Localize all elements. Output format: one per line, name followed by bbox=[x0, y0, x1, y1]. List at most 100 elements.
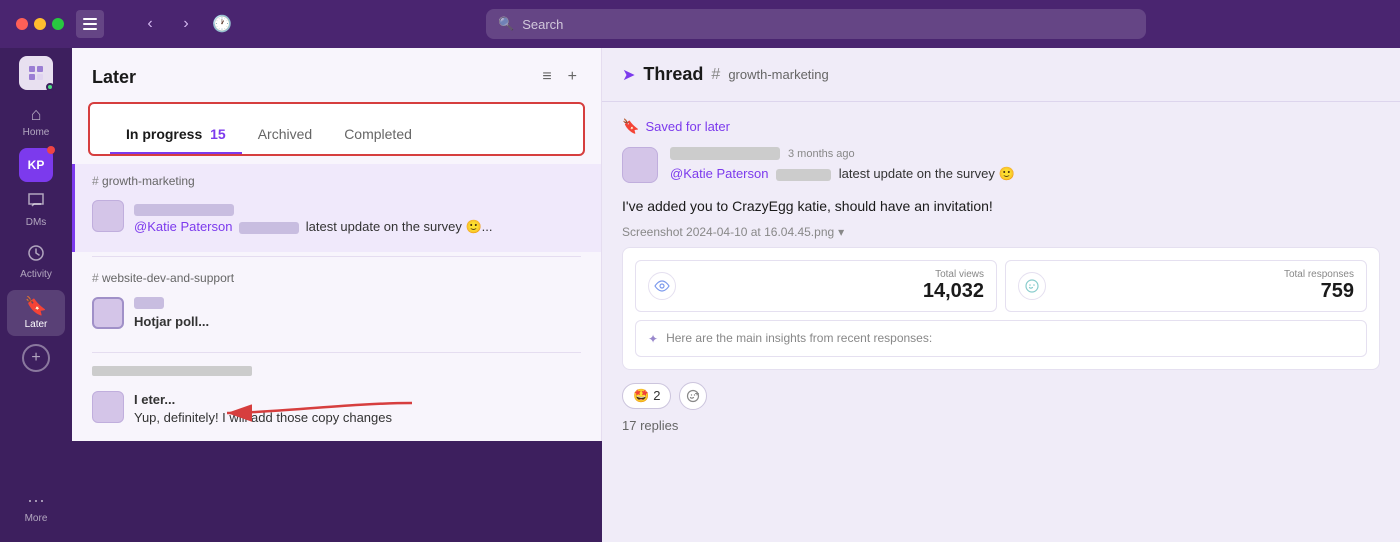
views-stat: Total views 14,032 bbox=[635, 260, 997, 312]
thread-main-text: I've added you to CrazyEgg katie, should… bbox=[622, 196, 1380, 217]
message-body: @Katie Paterson latest update on the sur… bbox=[134, 200, 581, 236]
thread-panel: ➤ Thread # growth-marketing 🔖 Saved for … bbox=[602, 48, 1400, 542]
thread-timestamp: 3 months ago bbox=[788, 148, 855, 160]
blurred-text bbox=[239, 222, 299, 234]
channel-section-growth-marketing: # growth-marketing @Katie Paterson lates… bbox=[72, 164, 601, 252]
thread-message-body: 3 months ago @Katie Paterson latest upda… bbox=[670, 147, 1380, 184]
blurred-sender bbox=[134, 204, 234, 216]
thread-channel-name: growth-marketing bbox=[728, 67, 828, 82]
reactions-row: 🤩 2 bbox=[622, 382, 1380, 410]
later-title: Later bbox=[92, 67, 136, 88]
main-layout: ⌂ Home KP DMs Activity bbox=[0, 48, 1400, 542]
avatar bbox=[92, 391, 124, 423]
later-tabs-container: In progress 15 Archived Completed bbox=[88, 102, 585, 156]
activity-label: Activity bbox=[20, 269, 52, 280]
responses-value: 759 bbox=[1054, 280, 1354, 303]
views-data: Total views 14,032 bbox=[684, 269, 984, 303]
history-button[interactable]: 🕐 bbox=[208, 10, 236, 38]
home-label: Home bbox=[23, 127, 50, 138]
insights-box: ✦ Here are the main insights from recent… bbox=[635, 320, 1367, 357]
back-button[interactable]: ‹ bbox=[136, 10, 164, 38]
channel-section-other: I eter... Yup, definitely! I will add th… bbox=[72, 357, 601, 441]
search-icon: 🔍 bbox=[498, 16, 514, 32]
thread-content: 🔖 Saved for later 3 months ago @Katie Pa… bbox=[602, 102, 1400, 542]
thread-mention: @Katie Paterson bbox=[670, 166, 768, 181]
list-item[interactable]: @Katie Paterson latest update on the sur… bbox=[92, 194, 581, 242]
blurred-mention2 bbox=[776, 169, 831, 181]
later-label: Later bbox=[25, 319, 48, 330]
thread-message-text: @Katie Paterson latest update on the sur… bbox=[670, 164, 1380, 184]
sidebar-item-more[interactable]: ··· More bbox=[7, 484, 65, 530]
in-progress-count: 15 bbox=[210, 126, 226, 142]
section-divider bbox=[92, 256, 581, 257]
thread-icon: ➤ bbox=[622, 65, 635, 85]
minimize-button[interactable] bbox=[34, 18, 46, 30]
message-body: I eter... Yup, definitely! I will add th… bbox=[134, 391, 581, 427]
message-body: Hotjar poll... bbox=[134, 297, 581, 331]
later-header-actions: ≡ + bbox=[538, 64, 581, 90]
channel-label-website: # website-dev-and-support bbox=[92, 271, 581, 285]
insights-icon: ✦ bbox=[648, 332, 658, 346]
tab-in-progress[interactable]: In progress 15 bbox=[110, 116, 242, 154]
responses-stat: Total responses 759 bbox=[1005, 260, 1367, 312]
filter-button[interactable]: ≡ bbox=[538, 64, 555, 90]
bookmark-icon: 🔖 bbox=[622, 118, 639, 135]
activity-icon bbox=[27, 244, 45, 267]
reaction-button[interactable]: 🤩 2 bbox=[622, 383, 671, 409]
close-button[interactable] bbox=[16, 18, 28, 30]
insights-text: Here are the main insights from recent r… bbox=[666, 331, 932, 345]
message-text: I eter... Yup, definitely! I will add th… bbox=[134, 391, 581, 427]
blurred-sender-name bbox=[670, 147, 780, 160]
screenshot-label: Screenshot 2024-04-10 at 16.04.45.png ▾ bbox=[622, 225, 1380, 239]
maximize-button[interactable] bbox=[52, 18, 64, 30]
sidebar-item-dms[interactable]: DMs bbox=[7, 186, 65, 234]
later-icon: 🔖 bbox=[25, 296, 47, 317]
thread-message: 3 months ago @Katie Paterson latest upda… bbox=[622, 147, 1380, 184]
avatar bbox=[92, 200, 124, 232]
reaction-count: 2 bbox=[653, 388, 660, 403]
online-indicator bbox=[46, 83, 54, 91]
later-content: # growth-marketing @Katie Paterson lates… bbox=[72, 156, 601, 441]
add-later-button[interactable]: + bbox=[564, 64, 581, 90]
home-icon: ⌂ bbox=[31, 104, 42, 125]
nav-controls: ‹ › 🕐 bbox=[136, 10, 236, 38]
views-value: 14,032 bbox=[684, 280, 984, 303]
stats-card: Total views 14,032 bbox=[622, 247, 1380, 370]
avatar bbox=[92, 297, 124, 329]
message-suffix: Yup, definitely! I will add those copy c… bbox=[134, 410, 392, 425]
add-button[interactable]: + bbox=[22, 344, 50, 372]
saved-for-later-badge: 🔖 Saved for later bbox=[622, 118, 1380, 135]
mention-katie: @Katie Paterson bbox=[134, 219, 232, 234]
message-suffix: latest update on the survey 🙂... bbox=[306, 219, 493, 234]
search-bar[interactable]: 🔍 Search bbox=[486, 9, 1146, 39]
saved-label: Saved for later bbox=[645, 119, 730, 134]
sidebar-item-kp[interactable]: KP bbox=[19, 148, 53, 182]
views-label: Total views bbox=[684, 269, 984, 280]
dms-label: DMs bbox=[26, 217, 47, 228]
search-placeholder: Search bbox=[522, 17, 563, 32]
stats-row: Total views 14,032 bbox=[635, 260, 1367, 312]
responses-label: Total responses bbox=[1054, 269, 1354, 280]
list-item[interactable]: Hotjar poll... bbox=[92, 291, 581, 337]
later-panel: Later ≡ + In progress 15 Archived Comple… bbox=[72, 48, 602, 441]
sidebar-item-activity[interactable]: Activity bbox=[7, 238, 65, 286]
dropdown-icon[interactable]: ▾ bbox=[838, 225, 844, 239]
channel-section-website: # website-dev-and-support Hotjar poll... bbox=[72, 261, 601, 347]
tab-completed[interactable]: Completed bbox=[328, 116, 428, 154]
list-item[interactable]: I eter... Yup, definitely! I will add th… bbox=[92, 385, 581, 433]
sidebar-item-later[interactable]: 🔖 Later bbox=[7, 290, 65, 336]
views-icon bbox=[648, 272, 676, 300]
thread-msg-suffix: latest update on the survey 🙂 bbox=[839, 166, 1015, 181]
message-text: @Katie Paterson latest update on the sur… bbox=[134, 200, 581, 236]
sidebar-toggle-button[interactable] bbox=[76, 10, 104, 38]
tab-archived[interactable]: Archived bbox=[242, 116, 328, 154]
responses-icon bbox=[1018, 272, 1046, 300]
kp-label: KP bbox=[28, 158, 45, 172]
reaction-emoji: 🤩 bbox=[633, 388, 649, 404]
more-icon: ··· bbox=[27, 490, 45, 511]
forward-button[interactable]: › bbox=[172, 10, 200, 38]
sidebar-item-home[interactable]: ⌂ Home bbox=[7, 98, 65, 144]
thread-header: ➤ Thread # growth-marketing bbox=[602, 48, 1400, 102]
titlebar: ‹ › 🕐 🔍 Search bbox=[0, 0, 1400, 48]
add-reaction-button[interactable] bbox=[679, 382, 707, 410]
